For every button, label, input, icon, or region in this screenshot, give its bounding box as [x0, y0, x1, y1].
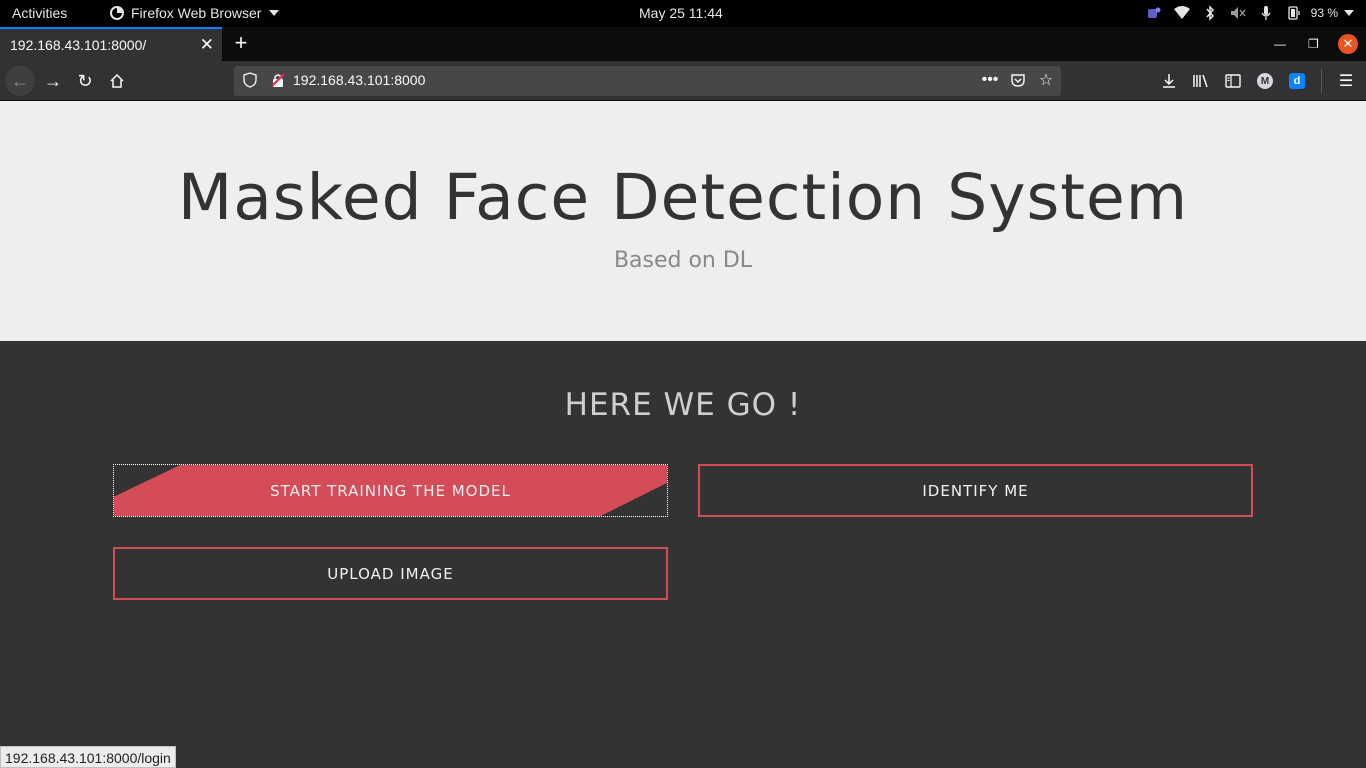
identify-me-button[interactable]: IDENTIFY ME [698, 464, 1253, 517]
wifi-icon [1173, 4, 1191, 22]
navigation-toolbar: ← → ↻ 192.168.43.101:8000 ••• ☆ M d ☰ [0, 61, 1366, 101]
activities-button[interactable]: Activities [12, 5, 67, 21]
insecure-lock-icon[interactable] [270, 72, 286, 88]
home-button[interactable] [102, 66, 132, 96]
page-title: Masked Face Detection System [177, 161, 1189, 234]
arrow-right-icon: → [44, 70, 62, 91]
actions-section: HERE WE GO ! START TRAINING THE MODEL ID… [0, 341, 1366, 768]
tab-strip: 192.168.43.101:8000/ ✕ + — ❐ ✕ [0, 27, 1366, 61]
browser-tab[interactable]: 192.168.43.101:8000/ ✕ [0, 27, 222, 61]
chevron-down-icon [1344, 10, 1354, 16]
start-training-button[interactable]: START TRAINING THE MODEL [113, 464, 668, 517]
start-training-label: START TRAINING THE MODEL [270, 481, 511, 500]
close-window-button[interactable]: ✕ [1338, 27, 1358, 61]
arrow-left-icon: ← [11, 70, 29, 91]
url-actions: ••• ☆ [981, 70, 1055, 90]
avatar: M [1257, 73, 1273, 89]
chevron-down-icon [269, 10, 280, 16]
minimize-icon: — [1274, 37, 1286, 51]
microphone-icon [1257, 4, 1275, 22]
battery-percent: 93 % [1310, 6, 1338, 20]
tracking-shield-icon[interactable] [242, 72, 258, 88]
teams-icon [1145, 4, 1163, 22]
account-icon[interactable]: M [1253, 66, 1277, 96]
close-icon: ✕ [1338, 34, 1358, 54]
battery-icon [1285, 4, 1303, 22]
extension-icon[interactable]: d [1285, 66, 1309, 96]
clock[interactable]: May 25 11:44 [639, 5, 723, 21]
section-heading: HERE WE GO ! [564, 387, 802, 423]
identify-me-label: IDENTIFY ME [922, 481, 1029, 500]
restore-button[interactable]: ❐ [1308, 27, 1319, 61]
toolbar-right: M d ☰ [1157, 66, 1358, 96]
close-tab-icon[interactable]: ✕ [200, 35, 214, 55]
sidebar-icon[interactable] [1221, 66, 1245, 96]
upload-image-button[interactable]: UPLOAD IMAGE [113, 547, 668, 600]
firefox-icon [110, 6, 124, 20]
upload-image-label: UPLOAD IMAGE [327, 564, 454, 583]
new-tab-icon[interactable]: + [230, 30, 252, 56]
app-menu[interactable]: Firefox Web Browser [109, 5, 280, 21]
extension-badge: d [1289, 73, 1305, 89]
app-menu-label: Firefox Web Browser [131, 5, 262, 21]
reload-icon: ↻ [77, 70, 93, 91]
home-icon [110, 73, 124, 88]
battery-indicator: 93 % [1285, 4, 1354, 22]
back-button[interactable]: ← [5, 66, 35, 96]
toolbar-separator [1321, 69, 1322, 93]
url-bar[interactable]: 192.168.43.101:8000 ••• ☆ [234, 66, 1061, 96]
restore-icon: ❐ [1308, 37, 1319, 51]
volume-muted-icon [1229, 4, 1247, 22]
page-subtitle: Based on DL [613, 248, 753, 273]
url-text[interactable]: 192.168.43.101:8000 [293, 72, 425, 88]
page-actions-icon[interactable]: ••• [981, 70, 999, 90]
bluetooth-icon [1201, 4, 1219, 22]
pocket-icon[interactable] [1009, 70, 1027, 90]
status-link-preview: 192.168.43.101:8000/login [0, 746, 176, 768]
minimize-button[interactable]: — [1274, 27, 1286, 61]
system-top-bar: Activities Firefox Web Browser May 25 11… [0, 0, 1366, 27]
hamburger-menu-icon[interactable]: ☰ [1334, 66, 1358, 96]
hero-section: Masked Face Detection System Based on DL [0, 101, 1366, 341]
bookmark-star-icon[interactable]: ☆ [1037, 70, 1055, 90]
library-icon[interactable] [1189, 66, 1213, 96]
web-page: Masked Face Detection System Based on DL… [0, 101, 1366, 768]
system-tray[interactable]: 93 % [1145, 4, 1354, 22]
downloads-icon[interactable] [1157, 66, 1181, 96]
reload-button[interactable]: ↻ [70, 66, 100, 96]
tab-title: 192.168.43.101:8000/ [10, 37, 147, 53]
forward-button[interactable]: → [38, 66, 68, 96]
